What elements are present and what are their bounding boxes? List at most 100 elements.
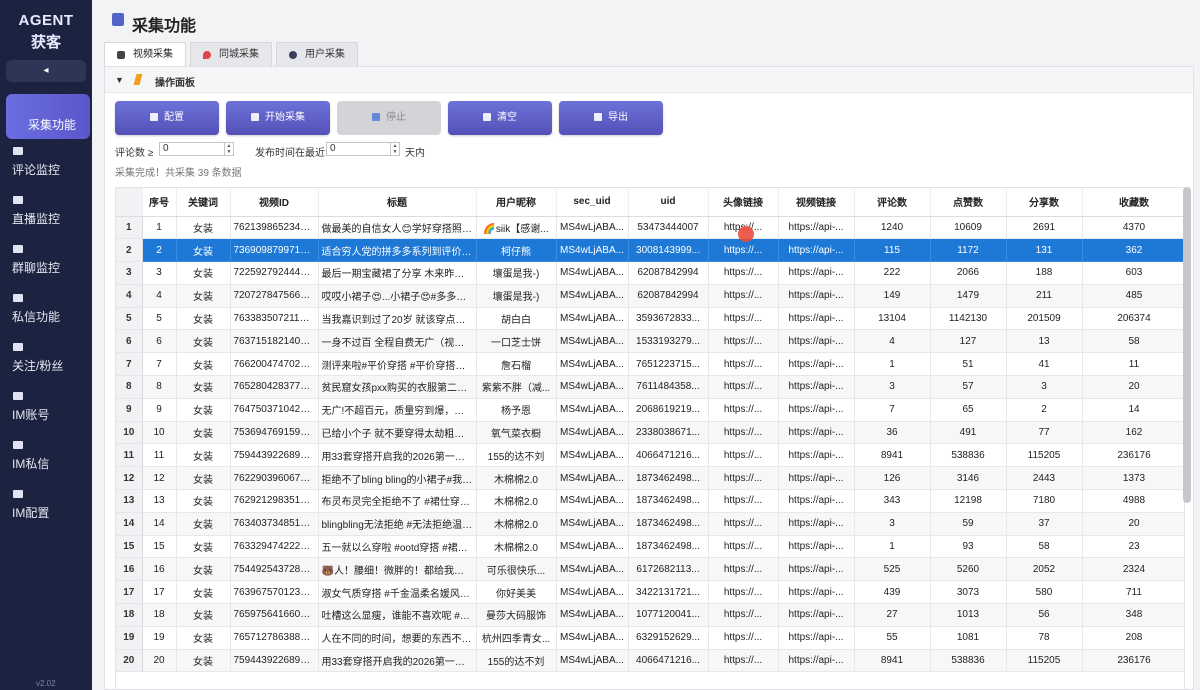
table-cell[interactable]: 348 bbox=[1082, 603, 1184, 627]
table-cell[interactable]: 2324 bbox=[1082, 557, 1184, 582]
table-cell[interactable]: 1172 bbox=[930, 238, 1007, 263]
table-cell[interactable]: 93 bbox=[930, 535, 1007, 559]
table-cell[interactable]: https://api-... bbox=[778, 557, 855, 582]
sidebar-item-7[interactable]: IM私信 bbox=[0, 433, 92, 482]
table-cell[interactable]: https://api-... bbox=[778, 512, 855, 536]
table-cell[interactable]: 115 bbox=[854, 238, 931, 263]
table-cell[interactable]: 7611484358... bbox=[628, 375, 709, 399]
row-number[interactable]: 5 bbox=[116, 307, 143, 331]
table-cell[interactable]: MS4wLjABA... bbox=[556, 512, 629, 536]
table-cell[interactable]: https://... bbox=[708, 421, 779, 445]
table-cell[interactable]: 59 bbox=[930, 512, 1007, 536]
table-cell[interactable]: 27 bbox=[854, 603, 931, 627]
table-cell[interactable]: 1013 bbox=[930, 603, 1007, 627]
table-cell[interactable]: 5260 bbox=[930, 557, 1007, 582]
table-cell[interactable]: 10 bbox=[142, 421, 177, 445]
table-cell[interactable]: 76292129835158... bbox=[230, 489, 319, 513]
table-cell[interactable]: 13 bbox=[142, 489, 177, 513]
table-row[interactable]: 15 15 女装 76332947422269... 五一就以么穿啦 #ootd穿搭 #… bbox=[116, 535, 1184, 559]
table-cell[interactable]: https://... bbox=[708, 261, 779, 285]
table-row[interactable]: 12 12 女装 76229039606719... 拒绝不了bling bling的小… bbox=[116, 466, 1184, 491]
table-cell[interactable]: 胡白白 bbox=[476, 307, 557, 331]
table-cell[interactable]: 女装 bbox=[176, 649, 231, 673]
table-cell[interactable]: 62087842994 bbox=[628, 284, 709, 308]
table-cell[interactable]: 4988 bbox=[1082, 489, 1184, 513]
column-header[interactable]: 头像链接 bbox=[708, 188, 779, 217]
table-cell[interactable]: 603 bbox=[1082, 261, 1184, 285]
table-row[interactable]: 1919女装76571278638885...人在不同的时间，想要的东西不一样，… bbox=[116, 626, 1184, 650]
table-cell[interactable]: 1373 bbox=[1082, 466, 1184, 491]
table-cell[interactable]: 76396757012353... bbox=[230, 580, 319, 605]
table-cell[interactable]: 用33套穿搭开启我的2026第一弹 #夏日穿... bbox=[318, 649, 477, 673]
table-cell[interactable]: https://... bbox=[708, 626, 779, 650]
table-cell[interactable]: 女装 bbox=[176, 329, 231, 354]
table-cell[interactable]: 已给小个子 就不要穿得太劫粗了#小个子... bbox=[318, 421, 477, 445]
table-cell[interactable]: 五一就以么穿啦 #ootd穿搭 #裙子控 bbox=[318, 535, 477, 559]
table-row[interactable]: 99女装76475037104246...无广!不超百元，质量穷到爆，衣服合集.… bbox=[116, 398, 1184, 422]
row-number[interactable]: 3 bbox=[116, 261, 143, 285]
table-cell[interactable]: 76571278638885... bbox=[230, 626, 319, 650]
table-cell[interactable]: 76528042837716... bbox=[230, 375, 319, 399]
table-cell[interactable]: 20 bbox=[1082, 375, 1184, 399]
sidebar-item-6[interactable]: IM账号 bbox=[0, 384, 92, 433]
table-cell[interactable]: https://... bbox=[708, 649, 779, 673]
table-cell[interactable]: 1 bbox=[854, 535, 931, 559]
table-cell[interactable]: 女装 bbox=[176, 557, 231, 582]
table-cell[interactable]: 580 bbox=[1006, 580, 1083, 605]
table-cell[interactable]: 你好美美 bbox=[476, 580, 557, 605]
table-cell[interactable]: 76332947422269... bbox=[230, 535, 319, 559]
table-cell[interactable]: 柯仔熊 bbox=[476, 238, 557, 263]
table-cell[interactable]: 75369476915916... bbox=[230, 421, 319, 445]
table-cell[interactable]: 2443 bbox=[1006, 466, 1083, 491]
table-cell[interactable]: 无广!不超百元，质量穷到爆，衣服合集... bbox=[318, 398, 477, 422]
table-cell[interactable]: 6329152629... bbox=[628, 626, 709, 650]
table-cell[interactable]: 57 bbox=[930, 375, 1007, 399]
column-header[interactable]: 视频链接 bbox=[778, 188, 855, 217]
table-cell[interactable]: 14 bbox=[1082, 398, 1184, 422]
table-cell[interactable]: https://api-... bbox=[778, 421, 855, 445]
tab-0[interactable]: 视频采集 bbox=[104, 42, 186, 66]
table-cell[interactable]: 2066 bbox=[930, 261, 1007, 285]
table-cell[interactable]: 127 bbox=[930, 329, 1007, 354]
panel-header[interactable]: ▼ 操作面板 bbox=[105, 67, 1193, 93]
table-cell[interactable]: https://api-... bbox=[778, 352, 855, 377]
table-cell[interactable]: 木棉棉2.0 bbox=[476, 489, 557, 513]
column-header[interactable]: 序号 bbox=[142, 188, 177, 217]
row-number[interactable]: 10 bbox=[116, 421, 143, 445]
table-cell[interactable]: MS4wLjABA... bbox=[556, 580, 629, 605]
column-header[interactable]: sec_uid bbox=[556, 188, 629, 217]
spinner-arrows-icon[interactable]: ▲ ▼ bbox=[224, 143, 233, 155]
table-cell[interactable]: MS4wLjABA... bbox=[556, 261, 629, 285]
table-cell[interactable]: 14 bbox=[142, 512, 177, 536]
table-cell[interactable]: 65 bbox=[930, 398, 1007, 422]
sidebar-item-5[interactable]: 关注/粉丝 bbox=[0, 335, 92, 384]
table-cell[interactable]: 女装 bbox=[176, 626, 231, 650]
table-cell[interactable]: https://api-... bbox=[778, 466, 855, 491]
table-cell[interactable]: 8 bbox=[142, 375, 177, 399]
table-cell[interactable]: 一身不过百 全程自费无广（视频讲解奉上... bbox=[318, 329, 477, 354]
table-cell[interactable]: 杭州四季青女... bbox=[476, 626, 557, 650]
table-cell[interactable]: 女装 bbox=[176, 443, 231, 468]
table-cell[interactable]: https://api-... bbox=[778, 329, 855, 354]
table-cell[interactable]: 女装 bbox=[176, 466, 231, 491]
table-row[interactable]: 14 14 女装 76340373485185... blingbling无法拒绝 #无… bbox=[116, 512, 1184, 536]
table-cell[interactable]: 哎哎小裙子😍...小裙子😍#多多宝藏店 ... bbox=[318, 284, 477, 308]
table-cell[interactable]: 木棉棉2.0 bbox=[476, 466, 557, 491]
table-cell[interactable]: 3 bbox=[854, 512, 931, 536]
table-cell[interactable]: 适合穷人党的拼多多系列到评价下来了！... bbox=[318, 238, 477, 263]
table-cell[interactable]: 53473444007 bbox=[628, 216, 709, 240]
table-cell[interactable]: 用33套穿搭开启我的2026第一弹 #夏日穿... bbox=[318, 443, 477, 468]
table-cell[interactable]: https://api-... bbox=[778, 261, 855, 285]
table-cell[interactable]: 76340373485185... bbox=[230, 512, 319, 536]
table-cell[interactable]: 1479 bbox=[930, 284, 1007, 308]
table-cell[interactable]: 3422131721... bbox=[628, 580, 709, 605]
table-cell[interactable]: 11 bbox=[1082, 352, 1184, 377]
table-cell[interactable]: 62087842994 bbox=[628, 261, 709, 285]
table-cell[interactable]: https://... bbox=[708, 238, 779, 263]
table-cell[interactable]: MS4wLjABA... bbox=[556, 421, 629, 445]
table-cell[interactable]: 149 bbox=[854, 284, 931, 308]
table-cell[interactable]: MS4wLjABA... bbox=[556, 535, 629, 559]
table-cell[interactable]: 一口芝士饼 bbox=[476, 329, 557, 354]
table-row[interactable]: 1818女装76597564166094...吐槽这么显瘦，谁能不喜欢呢 #夏季… bbox=[116, 603, 1184, 627]
table-cell[interactable]: 131 bbox=[1006, 238, 1083, 263]
